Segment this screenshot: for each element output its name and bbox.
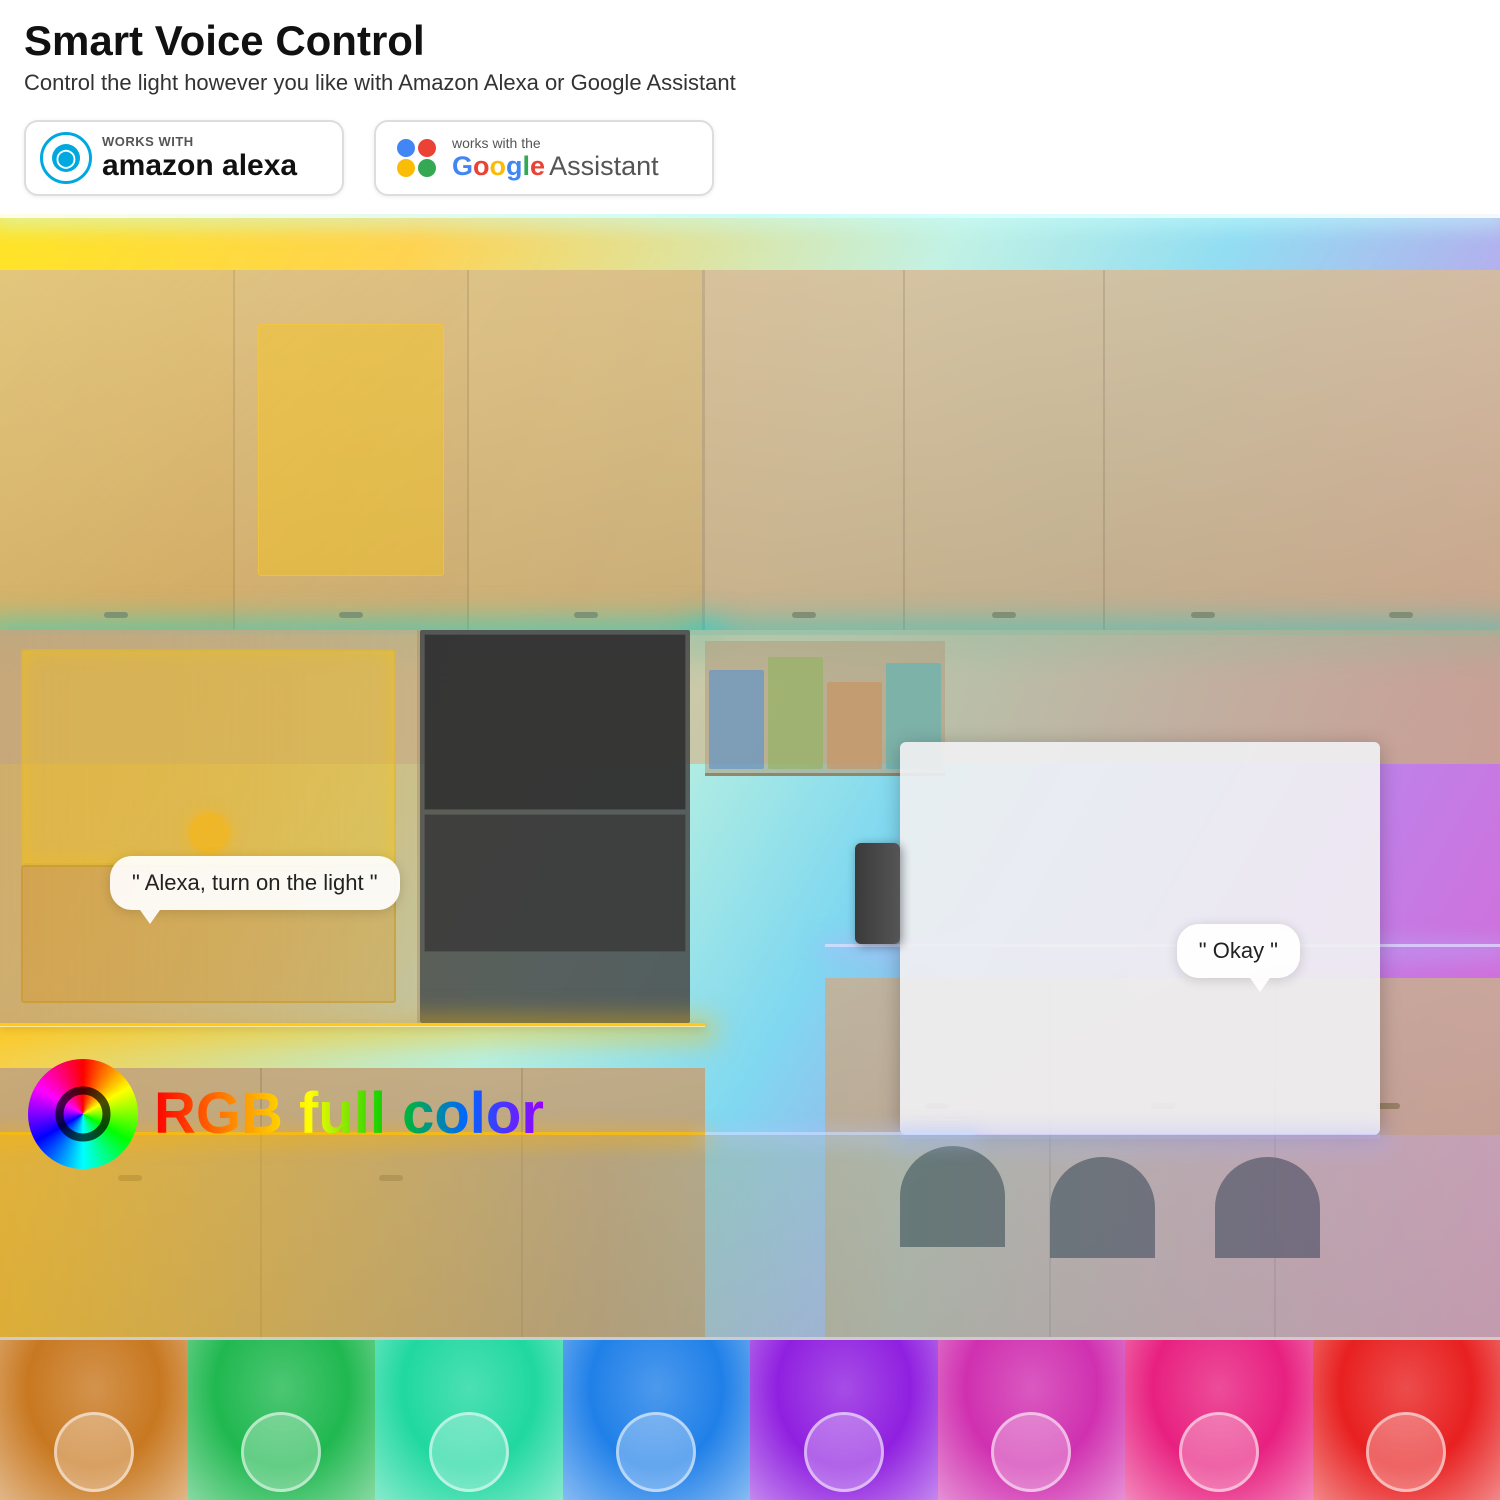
swatch-bulb-3 bbox=[616, 1412, 696, 1492]
glass-cabinet bbox=[258, 324, 444, 576]
led-strip-top bbox=[0, 214, 1500, 218]
header-section: Smart Voice Control Control the light ho… bbox=[0, 0, 1500, 110]
echo-device bbox=[855, 843, 900, 944]
okay-speech-bubble: " Okay " bbox=[1177, 924, 1300, 978]
google-letter-o2: o bbox=[490, 151, 507, 181]
oven-area bbox=[420, 630, 690, 1023]
color-swatch-3 bbox=[563, 1340, 751, 1500]
swatch-bulb-6 bbox=[1179, 1412, 1259, 1492]
color-swatch-4 bbox=[750, 1340, 938, 1500]
alexa-badge[interactable]: ◯ WORKS WITH amazon alexa bbox=[24, 120, 344, 196]
cabinet-handle-4 bbox=[792, 612, 816, 618]
color-swatch-1 bbox=[188, 1340, 376, 1500]
rgb-label: RGB full color bbox=[154, 1085, 544, 1143]
google-letter-g2: g bbox=[506, 151, 523, 181]
google-letter-e: e bbox=[530, 151, 545, 181]
cabinet-door-4 bbox=[705, 270, 905, 629]
alexa-speech-text: " Alexa, turn on the light " bbox=[132, 870, 378, 895]
swatch-bulb-7 bbox=[1366, 1412, 1446, 1492]
swatch-bulb-5 bbox=[991, 1412, 1071, 1492]
color-swatch-2 bbox=[375, 1340, 563, 1500]
google-badge-text: works with the Google Assistant bbox=[452, 135, 659, 182]
page-title: Smart Voice Control bbox=[24, 18, 1476, 64]
cabinet-handle-1 bbox=[104, 612, 128, 618]
okay-speech-text: " Okay " bbox=[1199, 938, 1278, 963]
color-wheel-inner bbox=[56, 1086, 111, 1141]
cabinet-handle-2 bbox=[339, 612, 363, 618]
swatch-bulb-4 bbox=[804, 1412, 884, 1492]
swatches-section bbox=[0, 1340, 1500, 1500]
google-badge[interactable]: works with the Google Assistant bbox=[374, 120, 714, 196]
swatch-bulb-1 bbox=[241, 1412, 321, 1492]
google-dot-blue bbox=[397, 139, 415, 157]
cabinet-door-7 bbox=[1302, 270, 1500, 629]
oven-door bbox=[424, 634, 686, 811]
rgb-section: RGB full color bbox=[28, 1059, 544, 1169]
shelf-item-2 bbox=[768, 657, 823, 768]
floor-baseboard-right bbox=[705, 1132, 975, 1135]
swatch-bulb-2 bbox=[429, 1412, 509, 1492]
alexa-speech-bubble: " Alexa, turn on the light " bbox=[110, 856, 400, 910]
kitchen-ceiling bbox=[0, 214, 1500, 270]
alexa-badge-text: WORKS WITH amazon alexa bbox=[102, 134, 297, 182]
alexa-icon: ◯ bbox=[40, 132, 92, 184]
cabinet-door-6 bbox=[1105, 270, 1303, 629]
cabinet-door-2 bbox=[235, 270, 470, 629]
alexa-brand-name: amazon alexa bbox=[102, 149, 297, 182]
cabinet-handle-3 bbox=[574, 612, 598, 618]
alexa-works-with: WORKS WITH bbox=[102, 134, 297, 149]
header-subtitle: Control the light however you like with … bbox=[24, 70, 1476, 96]
google-letter-g: G bbox=[452, 151, 473, 181]
google-works-with: works with the bbox=[452, 135, 659, 151]
google-assistant-label: Assistant bbox=[549, 151, 659, 182]
alexa-ring-inner: ◯ bbox=[52, 144, 80, 172]
kitchen-island bbox=[900, 742, 1380, 1135]
color-swatch-5 bbox=[938, 1340, 1126, 1500]
microwave-door bbox=[424, 814, 686, 952]
google-dot-red bbox=[418, 139, 436, 157]
upper-cabinets-right bbox=[705, 270, 1500, 629]
page-wrapper: Smart Voice Control Control the light ho… bbox=[0, 0, 1500, 1500]
google-letter-l: l bbox=[523, 151, 531, 181]
alexa-symbol: ◯ bbox=[56, 148, 76, 169]
left-wall bbox=[0, 630, 420, 1023]
baseboard-led-left bbox=[0, 1023, 705, 1026]
color-wheel bbox=[28, 1059, 138, 1169]
badges-row: ◯ WORKS WITH amazon alexa bbox=[0, 110, 1500, 214]
google-name-row: Google Assistant bbox=[452, 151, 659, 182]
kitchen-section: " Alexa, turn on the light " " Okay " RG… bbox=[0, 214, 1500, 1337]
google-letter-o1: o bbox=[473, 151, 490, 181]
google-icon bbox=[390, 132, 442, 184]
swatch-bulb-0 bbox=[54, 1412, 134, 1492]
upper-cabinets-left bbox=[0, 270, 705, 629]
color-swatch-0 bbox=[0, 1340, 188, 1500]
cabinet-door-3 bbox=[469, 270, 702, 629]
google-dot-yellow bbox=[397, 159, 415, 177]
cabinet-door-5 bbox=[905, 270, 1105, 629]
shelf-item-3 bbox=[827, 682, 882, 769]
color-swatch-7 bbox=[1313, 1340, 1500, 1500]
google-dot-green bbox=[418, 159, 436, 177]
cabinet-handle-7 bbox=[1389, 612, 1413, 618]
shelf-item-1 bbox=[709, 670, 764, 769]
cabinet-handle-5 bbox=[992, 612, 1016, 618]
cabinet-door-1 bbox=[0, 270, 235, 629]
color-swatch-6 bbox=[1125, 1340, 1313, 1500]
kitchen-image: " Alexa, turn on the light " " Okay " RG… bbox=[0, 214, 1500, 1337]
google-word: Google bbox=[452, 151, 545, 182]
glass-cabinet-lower bbox=[21, 649, 396, 865]
cabinet-handle-6 bbox=[1191, 612, 1215, 618]
cabinet-light-glow bbox=[189, 813, 229, 853]
